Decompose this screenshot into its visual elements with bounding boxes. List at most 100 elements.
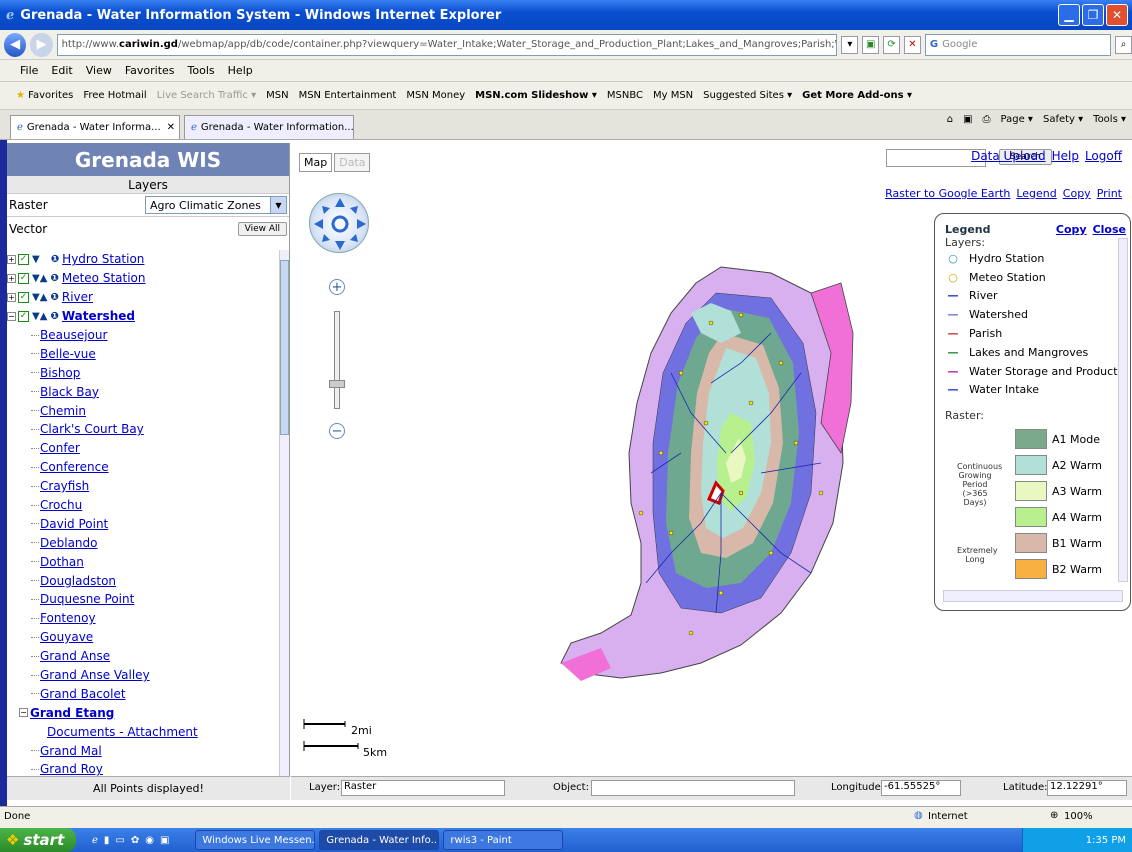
documents-link[interactable]: Documents - Attachment [47, 725, 198, 739]
watershed-link[interactable]: Crayfish [40, 479, 89, 493]
latitude-field[interactable]: 12.12291° [1047, 780, 1127, 796]
object-field[interactable] [591, 780, 795, 796]
fav-item-msn-money[interactable]: MSN Money [406, 90, 465, 101]
zoom-in-icon[interactable]: + [329, 279, 345, 295]
watershed-link[interactable]: Fontenoy [40, 611, 96, 625]
layer-link[interactable]: Watershed [62, 309, 135, 323]
menu-file[interactable]: File [20, 64, 38, 77]
tools-menu[interactable]: Tools ▾ [1093, 114, 1126, 125]
longitude-field[interactable]: -61.55525° [881, 780, 961, 796]
watershed-link[interactable]: Black Bay [40, 385, 99, 399]
watershed-link[interactable]: Grand Etang [30, 706, 114, 720]
info-icon[interactable]: ❶ [50, 273, 58, 284]
grenada-map[interactable] [541, 253, 881, 713]
watershed-link[interactable]: Duquesne Point [40, 592, 134, 606]
fav-item-addons[interactable]: Get More Add-ons ▾ [802, 90, 912, 101]
start-button[interactable]: ❖ start [0, 828, 76, 852]
close-button[interactable]: ✕ [1106, 4, 1128, 26]
watershed-link[interactable]: Dougladston [40, 574, 116, 588]
watershed-link[interactable]: Grand Mal [40, 744, 102, 758]
address-field[interactable]: http://www. cariwin.gd/webmap/app/db/code… [56, 33, 838, 56]
minimize-button[interactable]: ▁ [1058, 4, 1080, 26]
watershed-link[interactable]: Conference [40, 460, 109, 474]
help-link[interactable]: Help [1052, 149, 1079, 163]
home-icon[interactable]: ⌂ [947, 114, 953, 125]
zoom-icon[interactable]: ⊕ [1050, 810, 1058, 821]
pan-control[interactable] [309, 193, 369, 253]
layer-link[interactable]: Hydro Station [62, 252, 144, 266]
fav-item-hotmail[interactable]: Free Hotmail [83, 90, 146, 101]
legend-link[interactable]: Legend [1016, 187, 1056, 200]
watershed-link[interactable]: Grand Anse Valley [40, 668, 150, 682]
checkbox[interactable]: ✓ [18, 272, 29, 284]
expand-icon[interactable]: + [7, 273, 16, 283]
legend-copy-link[interactable]: Copy [1056, 223, 1087, 236]
close-tab-icon[interactable]: ✕ [167, 122, 175, 133]
fav-item-my-msn[interactable]: My MSN [653, 90, 693, 101]
watershed-link[interactable]: Deblando [40, 536, 98, 550]
watershed-link[interactable]: Grand Bacolet [40, 687, 126, 701]
checkbox[interactable]: ✓ [18, 310, 29, 322]
watershed-link[interactable]: Beausejour [40, 328, 107, 342]
dropdown-icon[interactable]: ▾ [841, 35, 859, 54]
fav-item-msn[interactable]: MSN [266, 90, 288, 101]
watershed-link[interactable]: Chemin [40, 404, 86, 418]
watershed-link[interactable]: Confer [40, 441, 80, 455]
task-paint[interactable]: rwis3 - Paint [443, 830, 564, 850]
menu-tools[interactable]: Tools [188, 64, 215, 77]
quicklaunch-icons[interactable]: ℯ▮▭✿◉▣ [92, 835, 175, 846]
task-messenger[interactable]: Windows Live Messen... [195, 830, 316, 850]
menu-help[interactable]: Help [228, 64, 253, 77]
print-icon[interactable]: ⎙ [983, 114, 991, 125]
tree-scrollbar[interactable] [279, 250, 289, 776]
maximize-button[interactable]: ❐ [1082, 4, 1104, 26]
info-icon[interactable]: ❶ [51, 254, 59, 265]
safety-menu[interactable]: Safety ▾ [1043, 114, 1083, 125]
checkbox[interactable]: ✓ [18, 291, 29, 303]
task-grenada[interactable]: Grenada - Water Info... [319, 830, 440, 850]
forward-button[interactable]: ▶ [30, 32, 53, 57]
feeds-icon[interactable]: ▣ [963, 114, 972, 125]
page-menu[interactable]: Page ▾ [1001, 114, 1033, 125]
data-upload-link[interactable]: Data Upload [971, 149, 1046, 163]
view-all-button[interactable]: View All [237, 221, 287, 236]
info-icon[interactable]: ❶ [50, 292, 58, 303]
layer-updown-icon[interactable]: ▼▲ [32, 273, 47, 284]
zoom-slider-thumb[interactable] [329, 380, 345, 388]
favorites-button[interactable]: ★ Favorites [16, 90, 73, 101]
watershed-link[interactable]: Bishop [40, 366, 80, 380]
stop-icon[interactable]: ✕ [904, 35, 921, 54]
watershed-link[interactable]: Grand Anse [40, 649, 110, 663]
menu-view[interactable]: View [86, 64, 112, 77]
expand-icon[interactable]: + [7, 254, 16, 264]
layer-link[interactable]: River [62, 290, 93, 304]
layer-updown-icon[interactable]: ▼▲ [32, 292, 47, 303]
layer-link[interactable]: Meteo Station [62, 271, 146, 285]
fav-item-live-search[interactable]: Live Search Traffic ▾ [157, 90, 256, 101]
fav-item-suggested[interactable]: Suggested Sites ▾ [703, 90, 792, 101]
watershed-link[interactable]: Grand Roy [40, 762, 103, 776]
fav-item-msn-slideshow[interactable]: MSN.com Slideshow ▾ [475, 90, 597, 101]
search-field[interactable]: G Google [924, 33, 1112, 56]
fav-item-msn-entertainment[interactable]: MSN Entertainment [299, 90, 397, 101]
fav-item-msnbc[interactable]: MSNBC [607, 90, 643, 101]
tab-grenada-2[interactable]: ℯ Grenada - Water Information... [184, 115, 354, 139]
raster-select[interactable]: Agro Climatic Zones ▼ [145, 196, 287, 214]
scroll-thumb[interactable] [280, 260, 289, 435]
watershed-link[interactable]: Belle-vue [40, 347, 96, 361]
watershed-link[interactable]: Crochu [40, 498, 82, 512]
legend-close-link[interactable]: Close [1093, 223, 1126, 236]
map-area[interactable]: Map Data Search Data Upload Help Logoff … [291, 143, 1132, 776]
copy-link[interactable]: Copy [1063, 187, 1091, 200]
tab-data[interactable]: Data [334, 153, 371, 172]
zoom-text[interactable]: 100% [1064, 811, 1093, 822]
watershed-link[interactable]: Clark's Court Bay [40, 422, 144, 436]
expand-icon[interactable]: + [7, 292, 16, 302]
watershed-link[interactable]: Gouyave [40, 630, 93, 644]
checkbox[interactable]: ✓ [18, 253, 29, 265]
refresh-icon[interactable]: ⟳ [883, 35, 901, 54]
menu-edit[interactable]: Edit [51, 64, 72, 77]
tab-map[interactable]: Map [299, 153, 333, 172]
tab-grenada-1[interactable]: ℯ Grenada - Water Informa... ✕ [10, 115, 180, 139]
print-link[interactable]: Print [1097, 187, 1122, 200]
